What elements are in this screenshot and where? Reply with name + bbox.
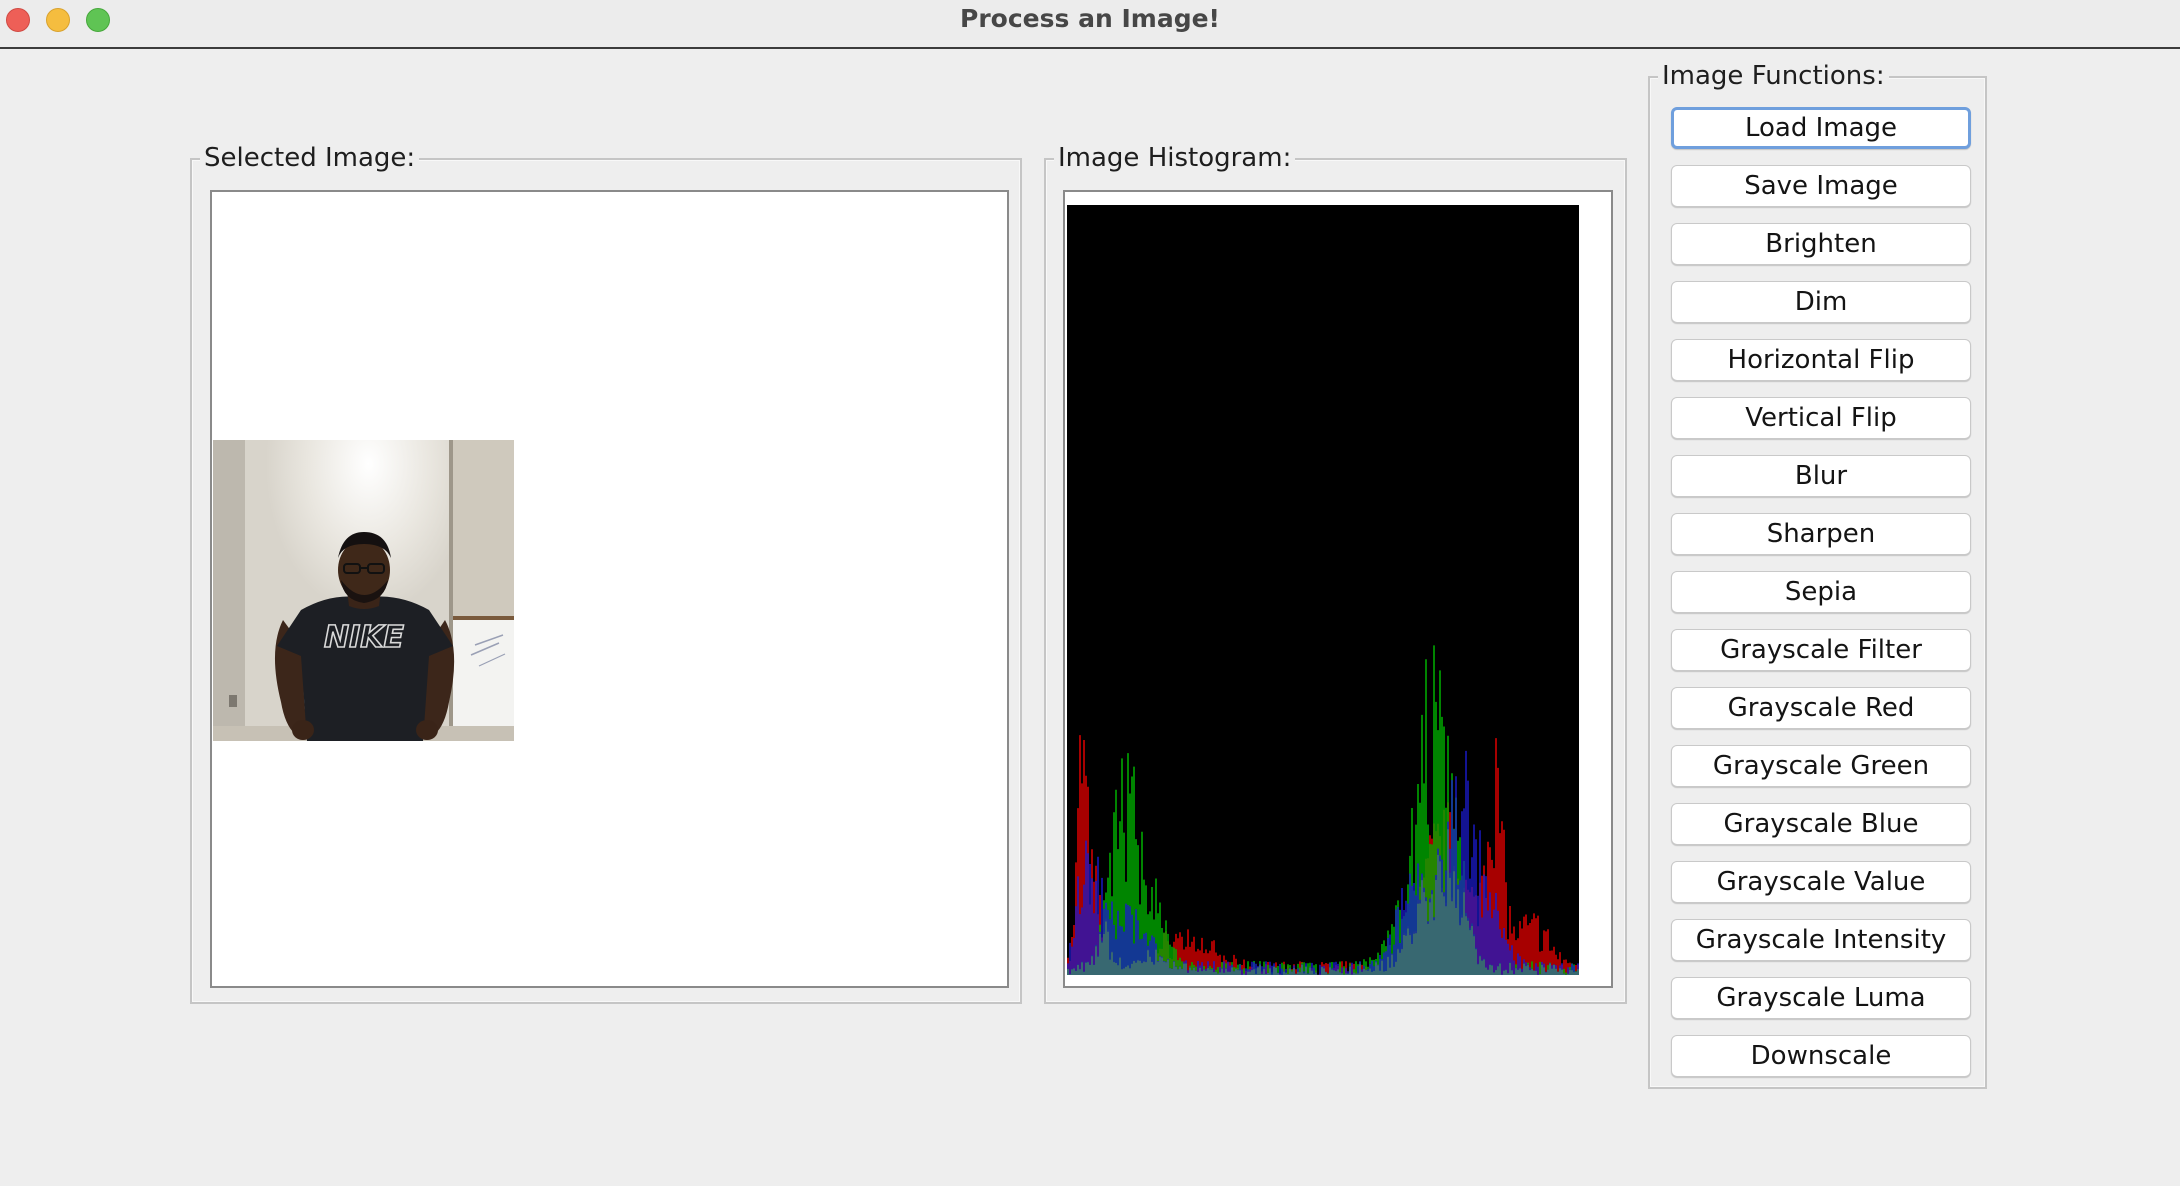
selected-image-panel: Selected Image: NIKE [190, 141, 1022, 1004]
grayscale-intensity-button[interactable]: Grayscale Intensity [1671, 919, 1971, 961]
blur-button[interactable]: Blur [1671, 455, 1971, 497]
histogram-frame [1063, 190, 1613, 988]
grayscale-blue-button[interactable]: Grayscale Blue [1671, 803, 1971, 845]
save-image-button[interactable]: Save Image [1671, 165, 1971, 207]
sharpen-button[interactable]: Sharpen [1671, 513, 1971, 555]
grayscale-green-button[interactable]: Grayscale Green [1671, 745, 1971, 787]
downscale-button[interactable]: Downscale [1671, 1035, 1971, 1077]
selected-image-label: Selected Image: [200, 141, 420, 175]
dim-button[interactable]: Dim [1671, 281, 1971, 323]
histogram-panel: Image Histogram: [1044, 141, 1627, 1004]
histogram-chart [1067, 205, 1579, 975]
grayscale-luma-button[interactable]: Grayscale Luma [1671, 977, 1971, 1019]
histogram-label: Image Histogram: [1054, 141, 1296, 175]
image-canvas: NIKE [210, 190, 1009, 988]
horizontal-flip-button[interactable]: Horizontal Flip [1671, 339, 1971, 381]
window-title: Process an Image! [960, 4, 1220, 33]
window-title-bar: Process an Image! [0, 0, 2180, 49]
grayscale-red-button[interactable]: Grayscale Red [1671, 687, 1971, 729]
shirt-logo-text: NIKE [324, 620, 405, 655]
vertical-flip-button[interactable]: Vertical Flip [1671, 397, 1971, 439]
grayscale-value-button[interactable]: Grayscale Value [1671, 861, 1971, 903]
load-image-button[interactable]: Load Image [1671, 107, 1971, 149]
sepia-button[interactable]: Sepia [1671, 571, 1971, 613]
brighten-button[interactable]: Brighten [1671, 223, 1971, 265]
image-functions-panel: Image Functions: Load Image Save Image Bri… [1648, 59, 1987, 1089]
selected-image-photo: NIKE [213, 440, 514, 741]
grayscale-filter-button[interactable]: Grayscale Filter [1671, 629, 1971, 671]
image-functions-label: Image Functions: [1658, 59, 1889, 93]
